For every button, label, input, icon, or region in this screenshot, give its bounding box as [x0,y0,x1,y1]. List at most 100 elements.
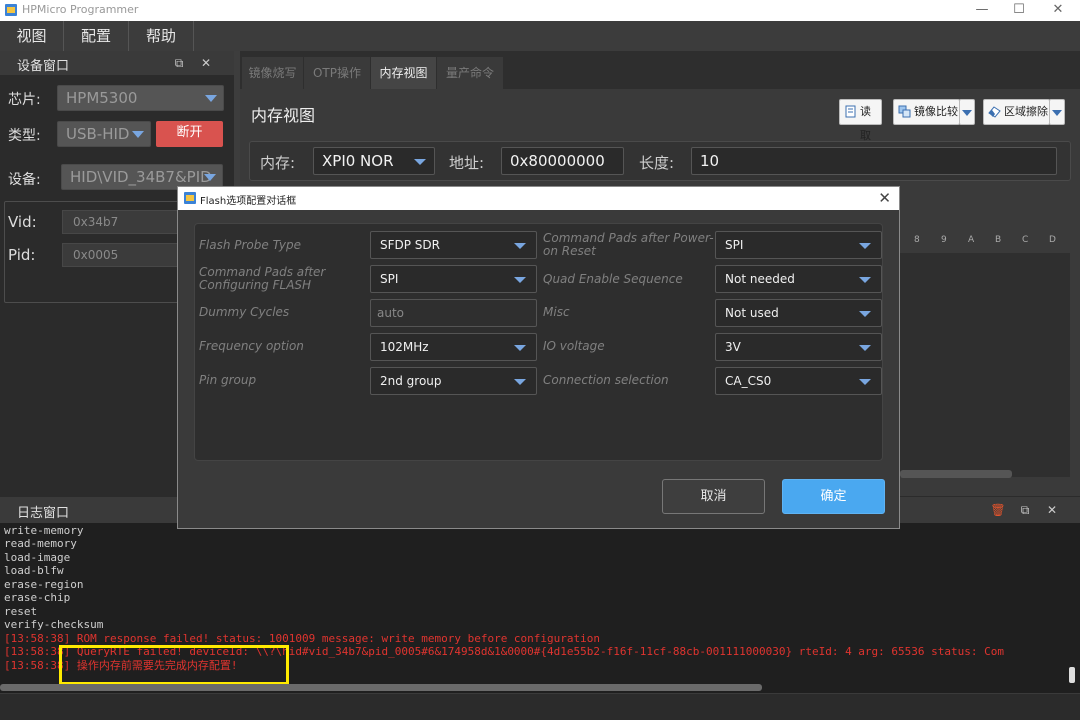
title-bar: HPMicro Programmer — ☐ ✕ [0,0,1080,21]
chevron-down-icon [514,345,526,351]
io-voltage-value: 3V [725,340,741,354]
app-logo-icon [184,192,196,204]
log-line: load-blfw [4,564,64,577]
flash-probe-type-value: SFDP SDR [380,238,441,252]
compare-icon [898,105,911,118]
io-voltage-select[interactable]: 3V [715,333,882,361]
chevron-down-icon [859,243,871,249]
dialog-title: Flash选项配置对话框 [200,196,297,207]
address-bar: 内存: XPI0 NOR 地址: 0x80000000 长度: 10 [249,141,1071,181]
image-compare-dropdown[interactable] [959,99,975,125]
hex-column-header: 8 9 A B C D [900,235,1070,253]
chevron-down-icon [859,277,871,283]
misc-value: Not used [725,306,779,320]
log-vertical-scrollbar[interactable] [1069,667,1075,683]
chevron-down-icon [859,311,871,317]
log-line: erase-region [4,578,84,591]
tab-memory-view[interactable]: 内存视图 [371,57,436,89]
log-line: verify-checksum [4,618,104,631]
dialog-close-button[interactable]: ✕ [878,189,891,207]
dummy-cycles-label: Dummy Cycles [199,305,290,319]
log-panel-title: 日志窗口 [17,506,70,521]
pid-label: Pid: [8,246,36,264]
close-window-button[interactable]: ✕ [1040,1,1076,19]
type-label: 类型: [8,128,41,144]
float-panel-icon[interactable]: ⧉ [1017,502,1033,518]
image-compare-button[interactable]: 镜像比较 [893,99,960,125]
hex-column: 9 [941,235,947,245]
chip-select[interactable]: HPM5300 [57,85,224,111]
quad-enable-label: Quad Enable Sequence [543,272,683,286]
menu-view[interactable]: 视图 [0,21,63,51]
chip-select-value: HPM5300 [66,89,138,107]
menu-config[interactable]: 配置 [64,21,128,51]
chevron-down-icon [859,345,871,351]
pin-group-select[interactable]: 2nd group [370,367,537,395]
command-pads-config-select[interactable]: SPI [370,265,537,293]
hex-horizontal-scrollbar[interactable] [900,470,1012,478]
length-label: 长度: [639,154,675,172]
length-input[interactable]: 10 [691,147,1057,175]
connection-selection-select[interactable]: CA_CS0 [715,367,882,395]
read-button-label: 读取 [860,105,871,142]
close-panel-icon[interactable]: ✕ [1044,502,1060,518]
cancel-button[interactable]: 取消 [662,479,765,514]
maximize-button[interactable]: ☐ [1001,1,1037,19]
device-panel-title: 设备窗口 [17,59,70,74]
hex-grid[interactable] [900,253,1070,477]
memory-select[interactable]: XPI0 NOR [313,147,435,175]
log-line: read-memory [4,537,77,550]
command-pads-reset-select[interactable]: SPI [715,231,882,259]
log-horizontal-scrollbar[interactable] [0,684,762,691]
device-label: 设备: [8,172,41,188]
highlight-box [59,645,289,685]
device-select-value: HID\VID_34B7&PID [70,168,212,186]
minimize-button[interactable]: — [964,1,1000,19]
tab-production[interactable]: 量产命令 [437,57,503,89]
chip-label: 芯片: [8,92,41,108]
flash-options-form: Flash Probe Type SFDP SDR Command Pads a… [194,223,883,461]
window-title: HPMicro Programmer [22,3,139,16]
memory-label: 内存: [260,154,296,172]
menu-bar: 视图 配置 帮助 [0,21,1080,51]
type-select[interactable]: USB-HID [57,121,151,147]
command-pads-config-label: Command Pads after Configuring FLASH [199,265,326,292]
eraser-icon [988,106,1001,118]
close-panel-icon[interactable]: ✕ [198,55,214,71]
disconnect-button[interactable]: 断开 [156,121,223,147]
pin-group-value: 2nd group [380,374,442,388]
chevron-down-icon [514,277,526,283]
memory-select-value: XPI0 NOR [322,152,394,170]
address-input[interactable]: 0x80000000 [501,147,624,175]
region-erase-label: 区域擦除 [1004,105,1048,118]
region-erase-dropdown[interactable] [1049,99,1065,125]
command-pads-reset-value: SPI [725,238,744,252]
log-line: erase-chip [4,591,71,604]
frequency-option-select[interactable]: 102MHz [370,333,537,361]
vid-label: Vid: [8,213,37,231]
chevron-down-icon [132,131,144,138]
chevron-down-icon [414,159,426,165]
menu-help[interactable]: 帮助 [129,21,193,51]
tab-image-burn[interactable]: 镜像烧写 [242,57,303,89]
connection-selection-value: CA_CS0 [725,374,772,388]
float-panel-icon[interactable]: ⧉ [171,55,187,71]
frequency-option-label: Frequency option [199,339,304,353]
chevron-down-icon [1052,110,1062,116]
misc-select[interactable]: Not used [715,299,882,327]
misc-label: Misc [543,305,570,319]
read-button[interactable]: 读取 [839,99,882,142]
ok-button[interactable]: 确定 [782,479,885,514]
flash-options-dialog: Flash选项配置对话框 ✕ Flash Probe Type SFDP SDR… [177,186,900,529]
dummy-cycles-input[interactable]: auto [370,299,537,327]
trash-icon[interactable]: 🗑 [990,502,1006,518]
flash-probe-type-label: Flash Probe Type [199,238,301,252]
flash-probe-type-select[interactable]: SFDP SDR [370,231,537,259]
region-erase-button[interactable]: 区域擦除 [983,99,1050,125]
hex-column: C [1022,235,1029,245]
chevron-down-icon [514,379,526,385]
menu-separator [193,21,194,51]
connection-selection-label: Connection selection [543,373,669,387]
tab-otp[interactable]: OTP操作 [304,57,370,89]
quad-enable-select[interactable]: Not needed [715,265,882,293]
